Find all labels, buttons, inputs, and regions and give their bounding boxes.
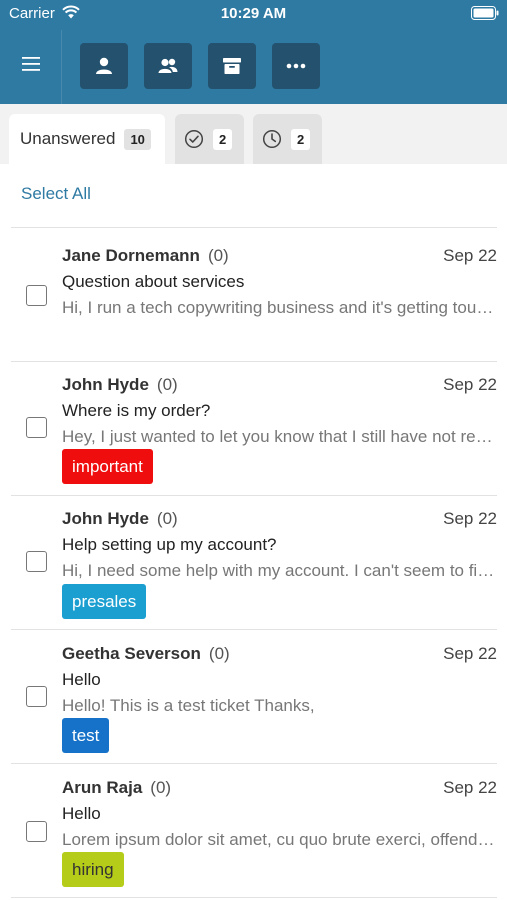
archive-icon [223,58,241,74]
tab-unanswered-label: Unanswered [20,129,116,148]
tab-pending[interactable]: 2 [253,114,322,164]
more-icon [286,63,306,69]
hamburger-menu-icon [22,57,40,71]
battery-icon [471,6,499,20]
ticket-checkbox[interactable] [26,417,47,438]
ticket-customer-name: Geetha Severson [62,644,201,663]
ticket-customer: Jane Dornemann (0) [62,246,229,266]
ticket-tag-presales[interactable]: presales [62,584,147,619]
ticket-subject: Hello [62,804,101,823]
ticket-preview: Lorem ipsum dolor sit amet, cu quo brute… [62,830,497,849]
ticket-customer: John Hyde (0) [62,509,178,529]
app-header: Carrier 10:29 AM [0,0,507,104]
ticket-tag-test[interactable]: test [62,718,110,753]
ticket-date: Sep 22 [443,644,497,663]
toolbar-divider [61,30,62,104]
ticket-customer-name: Jane Dornemann [62,246,200,265]
ticket-customer: Arun Raja (0) [62,778,171,798]
ticket-customer: John Hyde (0) [62,375,178,395]
ticket-preview: Hello! This is a test ticket Thanks, [62,696,315,715]
ticket-row[interactable]: John Hyde (0) Sep 22 Help setting up my a… [11,496,497,630]
ticket-row[interactable]: Geetha Severson (0) Sep 22 Hello Hello! T… [11,630,497,764]
ticket-reply-count: (0) [156,375,178,394]
toolbar [0,30,507,104]
ticket-subject: Hello [62,670,101,689]
ticket-tag-important[interactable]: important [62,449,153,484]
ticket-subject: Help setting up my account? [62,535,277,554]
ticket-checkbox[interactable] [26,285,47,306]
ticket-preview: Hey, I just wanted to let you know that … [62,427,497,446]
team-tickets-button[interactable] [144,43,192,89]
tab-pending-count: 2 [291,128,311,150]
archive-button[interactable] [208,43,256,89]
tab-bar: Unanswered 10 2 2 [0,104,507,164]
ticket-reply-count: (0) [207,246,229,265]
ticket-row[interactable]: Arun Raja (0) Sep 22 Hello Lorem ipsum do… [11,764,497,898]
ticket-checkbox[interactable] [26,821,47,842]
hamburger-menu-button[interactable] [13,46,49,82]
users-icon [158,58,178,73]
ticket-subject: Where is my order? [62,401,211,420]
clock-time: 10:29 AM [220,5,287,22]
tab-unanswered[interactable]: Unanswered 10 [9,114,165,164]
ticket-customer: Geetha Severson (0) [62,644,230,664]
ticket-customer-name: Arun Raja [62,778,143,797]
ticket-customer-name: John Hyde [62,375,149,394]
ticket-row[interactable]: John Hyde (0) Sep 22 Where is my order? H… [11,362,497,496]
ticket-reply-count: (0) [156,509,178,528]
clock-icon [262,129,282,149]
tab-answered-count: 2 [213,128,233,150]
select-all-link[interactable]: Select All [21,184,91,204]
tab-answered[interactable]: 2 [175,114,244,164]
ticket-reply-count: (0) [150,778,172,797]
status-bar: Carrier 10:29 AM [0,0,507,28]
ticket-tag-hiring[interactable]: hiring [62,852,124,887]
ticket-subject: Question about services [62,272,245,291]
ticket-preview: Hi, I need some help with my account. I … [62,561,497,580]
ticket-checkbox[interactable] [26,686,47,707]
ticket-date: Sep 22 [443,509,497,528]
ticket-date: Sep 22 [443,778,497,797]
ticket-row[interactable]: Jane Dornemann (0) Sep 22 Question about … [11,228,497,362]
ticket-preview: Hi, I run a tech copywriting business an… [62,298,497,317]
my-tickets-button[interactable] [80,43,128,89]
ticket-date: Sep 22 [443,375,497,394]
ticket-date: Sep 22 [443,246,497,265]
ticket-customer-name: John Hyde [62,509,149,528]
check-circle-icon [184,129,204,149]
ticket-checkbox[interactable] [26,551,47,572]
ticket-reply-count: (0) [208,644,230,663]
user-icon [96,57,112,74]
tab-unanswered-count: 10 [124,128,151,150]
more-options-button[interactable] [272,43,320,89]
